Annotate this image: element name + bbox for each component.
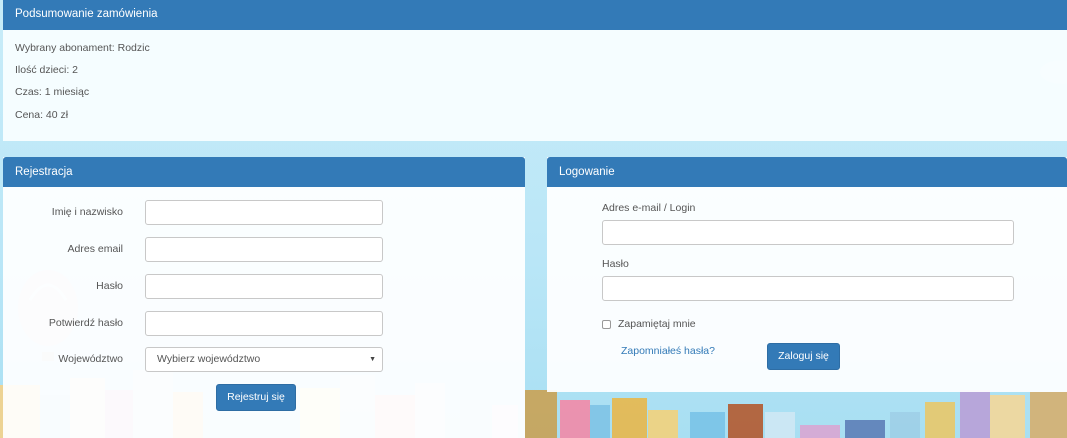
- login-title: Logowanie: [547, 157, 1067, 187]
- confirm-password-label: Potwierdź hasło: [48, 317, 123, 329]
- order-summary-title: Podsumowanie zamówienia: [3, 0, 1067, 30]
- province-label: Województwo: [58, 353, 123, 365]
- registration-panel: Rejestracja Imię i nazwisko Adres email …: [3, 157, 525, 438]
- selected-plan-text: Wybrany abonament: Rodzic: [15, 42, 150, 54]
- registration-title: Rejestracja: [3, 157, 525, 187]
- email-label: Adres email: [67, 243, 123, 255]
- name-input[interactable]: [145, 200, 383, 225]
- register-button[interactable]: Rejestruj się: [216, 384, 296, 411]
- password-input[interactable]: [145, 274, 383, 299]
- caret-down-icon: ▼: [369, 356, 376, 363]
- confirm-password-input[interactable]: [145, 311, 383, 336]
- forgot-password-link[interactable]: Zapomniałeś hasła?: [621, 345, 715, 357]
- price-text: Cena: 40 zł: [15, 109, 69, 121]
- login-email-input[interactable]: [602, 220, 1014, 245]
- login-password-input[interactable]: [602, 276, 1014, 301]
- children-count-text: Ilość dzieci: 2: [15, 64, 79, 76]
- login-panel: Logowanie Adres e-mail / Login Hasło Zap…: [547, 157, 1067, 392]
- login-password-label: Hasło: [602, 258, 629, 270]
- province-select[interactable]: Wybierz województwo ▼: [145, 347, 383, 372]
- email-input[interactable]: [145, 237, 383, 262]
- remember-me-label: Zapamiętaj mnie: [618, 318, 696, 330]
- password-label: Hasło: [96, 280, 123, 292]
- province-select-value: Wybierz województwo: [157, 353, 261, 365]
- remember-me-checkbox[interactable]: [602, 320, 611, 329]
- order-summary-panel: Podsumowanie zamówienia Wybrany abonamen…: [3, 0, 1067, 141]
- login-email-label: Adres e-mail / Login: [602, 202, 696, 214]
- duration-text: Czas: 1 miesiąc: [15, 86, 90, 98]
- name-label: Imię i nazwisko: [51, 206, 123, 218]
- login-button[interactable]: Zaloguj się: [767, 343, 840, 370]
